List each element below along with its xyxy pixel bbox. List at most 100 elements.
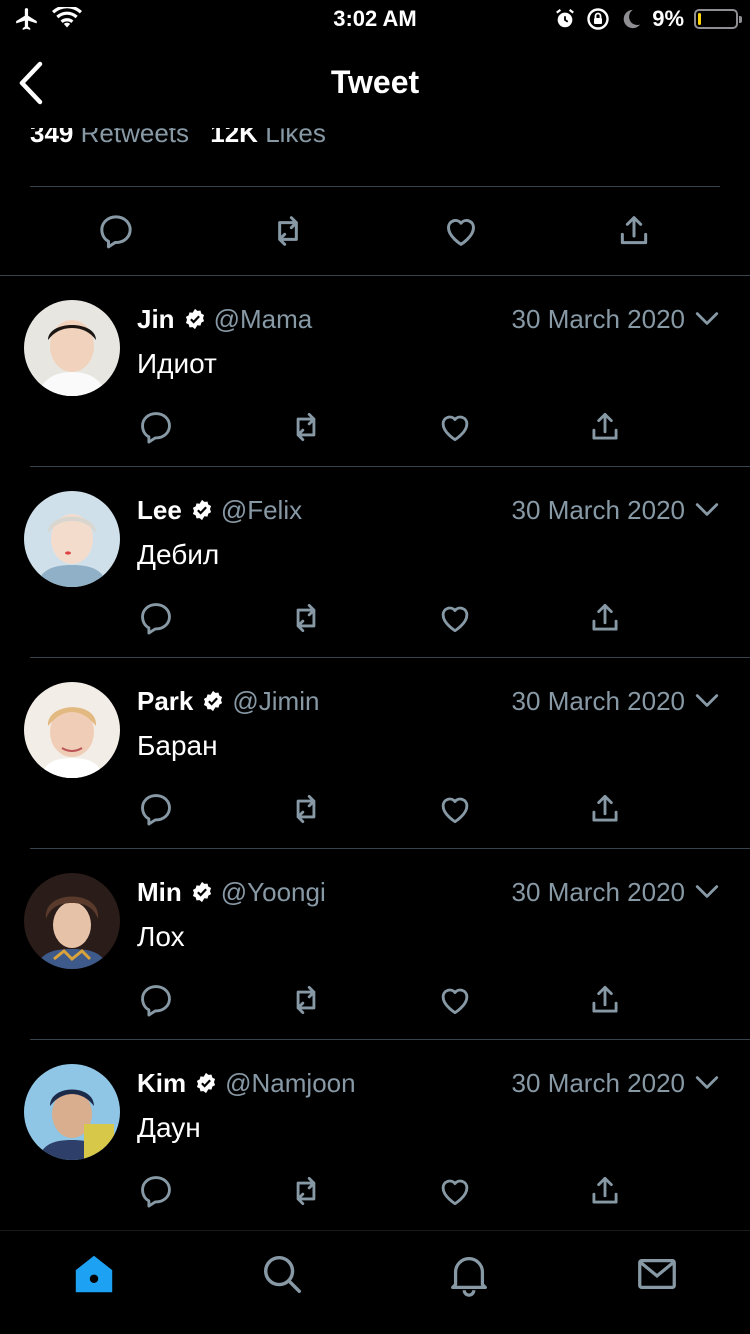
share-button[interactable] (614, 211, 654, 251)
heart-icon (436, 1172, 474, 1210)
username[interactable]: @Jimin (232, 686, 319, 717)
reply-item[interactable]: Min @Yoongi 30 March 2020 Лох (0, 849, 750, 1040)
chevron-down-icon (694, 879, 720, 905)
more-options-button[interactable] (694, 306, 720, 332)
comment-icon (137, 981, 175, 1019)
share-icon (586, 599, 624, 637)
orientation-lock-icon (586, 7, 610, 31)
reply-text: Дебил (137, 539, 220, 570)
tab-bar (0, 1230, 750, 1334)
avatar[interactable] (24, 682, 120, 778)
heart-icon (436, 408, 474, 446)
username[interactable]: @Felix (221, 495, 302, 526)
avatar[interactable] (24, 1064, 120, 1160)
like-button[interactable] (436, 1172, 474, 1210)
verified-badge-icon (184, 308, 206, 330)
retweet-icon (287, 599, 325, 637)
stats-overlap-mask (0, 118, 750, 128)
like-button[interactable] (436, 408, 474, 446)
tab-search[interactable] (259, 1251, 305, 1297)
divider (30, 186, 720, 187)
mail-icon (634, 1251, 680, 1297)
tab-messages[interactable] (634, 1251, 680, 1297)
heart-icon (436, 790, 474, 828)
tab-home[interactable] (71, 1251, 117, 1297)
display-name[interactable]: Min (137, 877, 182, 908)
reply-actions (0, 1172, 750, 1212)
retweet-button[interactable] (268, 211, 308, 251)
username[interactable]: @Mama (214, 304, 313, 335)
retweet-button[interactable] (287, 790, 325, 828)
tweet-actions (0, 205, 750, 257)
display-name[interactable]: Kim (137, 1068, 186, 1099)
more-options-button[interactable] (694, 879, 720, 905)
reply-text: Даун (137, 1112, 201, 1143)
display-name[interactable]: Lee (137, 495, 182, 526)
verified-badge-icon (191, 499, 213, 521)
comment-icon (137, 1172, 175, 1210)
username[interactable]: @Namjoon (225, 1068, 355, 1099)
reply-button[interactable] (137, 981, 175, 1019)
avatar[interactable] (24, 300, 120, 396)
share-button[interactable] (586, 790, 624, 828)
reply-button[interactable] (137, 599, 175, 637)
reply-header: Park @Jimin (137, 684, 319, 718)
avatar[interactable] (24, 491, 120, 587)
retweet-button[interactable] (287, 1172, 325, 1210)
reply-button[interactable] (137, 1172, 175, 1210)
retweet-button[interactable] (287, 408, 325, 446)
reply-item[interactable]: Kim @Namjoon 30 March 2020 Даун (0, 1040, 750, 1231)
header: Tweet (0, 48, 750, 120)
display-name[interactable]: Park (137, 686, 193, 717)
reply-item[interactable]: Lee @Felix 30 March 2020 Дебил (0, 467, 750, 658)
reply-text: Лох (137, 921, 185, 952)
display-name[interactable]: Jin (137, 304, 175, 335)
share-button[interactable] (586, 599, 624, 637)
reply-header: Lee @Felix (137, 493, 302, 527)
chevron-down-icon (694, 497, 720, 523)
share-icon (586, 1172, 624, 1210)
retweet-button[interactable] (287, 981, 325, 1019)
username[interactable]: @Yoongi (221, 877, 326, 908)
share-button[interactable] (586, 1172, 624, 1210)
comment-icon (96, 211, 136, 251)
reply-actions (0, 599, 750, 639)
verified-badge-icon (202, 690, 224, 712)
home-icon (71, 1251, 117, 1297)
reply-item[interactable]: Jin @Mama 30 March 2020 Идиот (0, 276, 750, 467)
share-button[interactable] (586, 408, 624, 446)
reply-text: Идиот (137, 348, 217, 379)
reply-header: Jin @Mama (137, 302, 312, 336)
more-options-button[interactable] (694, 1070, 720, 1096)
like-button[interactable] (436, 981, 474, 1019)
retweet-icon (287, 981, 325, 1019)
heart-icon (436, 599, 474, 637)
reply-button[interactable] (137, 408, 175, 446)
reply-button[interactable] (137, 790, 175, 828)
reply-actions (0, 981, 750, 1021)
reply-button[interactable] (96, 211, 136, 251)
page-title: Tweet (330, 64, 420, 100)
more-options-button[interactable] (694, 688, 720, 714)
like-button[interactable] (441, 211, 481, 251)
alarm-icon (554, 8, 576, 30)
tab-notifications[interactable] (446, 1251, 492, 1297)
avatar[interactable] (24, 873, 120, 969)
battery-level (698, 13, 701, 25)
reply-actions (0, 408, 750, 448)
more-options-button[interactable] (694, 497, 720, 523)
verified-badge-icon (191, 881, 213, 903)
share-button[interactable] (586, 981, 624, 1019)
retweet-button[interactable] (287, 599, 325, 637)
retweet-icon (268, 211, 308, 251)
search-icon (259, 1251, 305, 1297)
chevron-down-icon (694, 306, 720, 332)
moon-icon (620, 8, 642, 30)
reply-item[interactable]: Park @Jimin 30 March 2020 Баран (0, 658, 750, 849)
comment-icon (137, 408, 175, 446)
chevron-down-icon (694, 1070, 720, 1096)
heart-icon (441, 211, 481, 251)
like-button[interactable] (436, 790, 474, 828)
timestamp: 30 March 2020 (511, 686, 685, 716)
like-button[interactable] (436, 599, 474, 637)
